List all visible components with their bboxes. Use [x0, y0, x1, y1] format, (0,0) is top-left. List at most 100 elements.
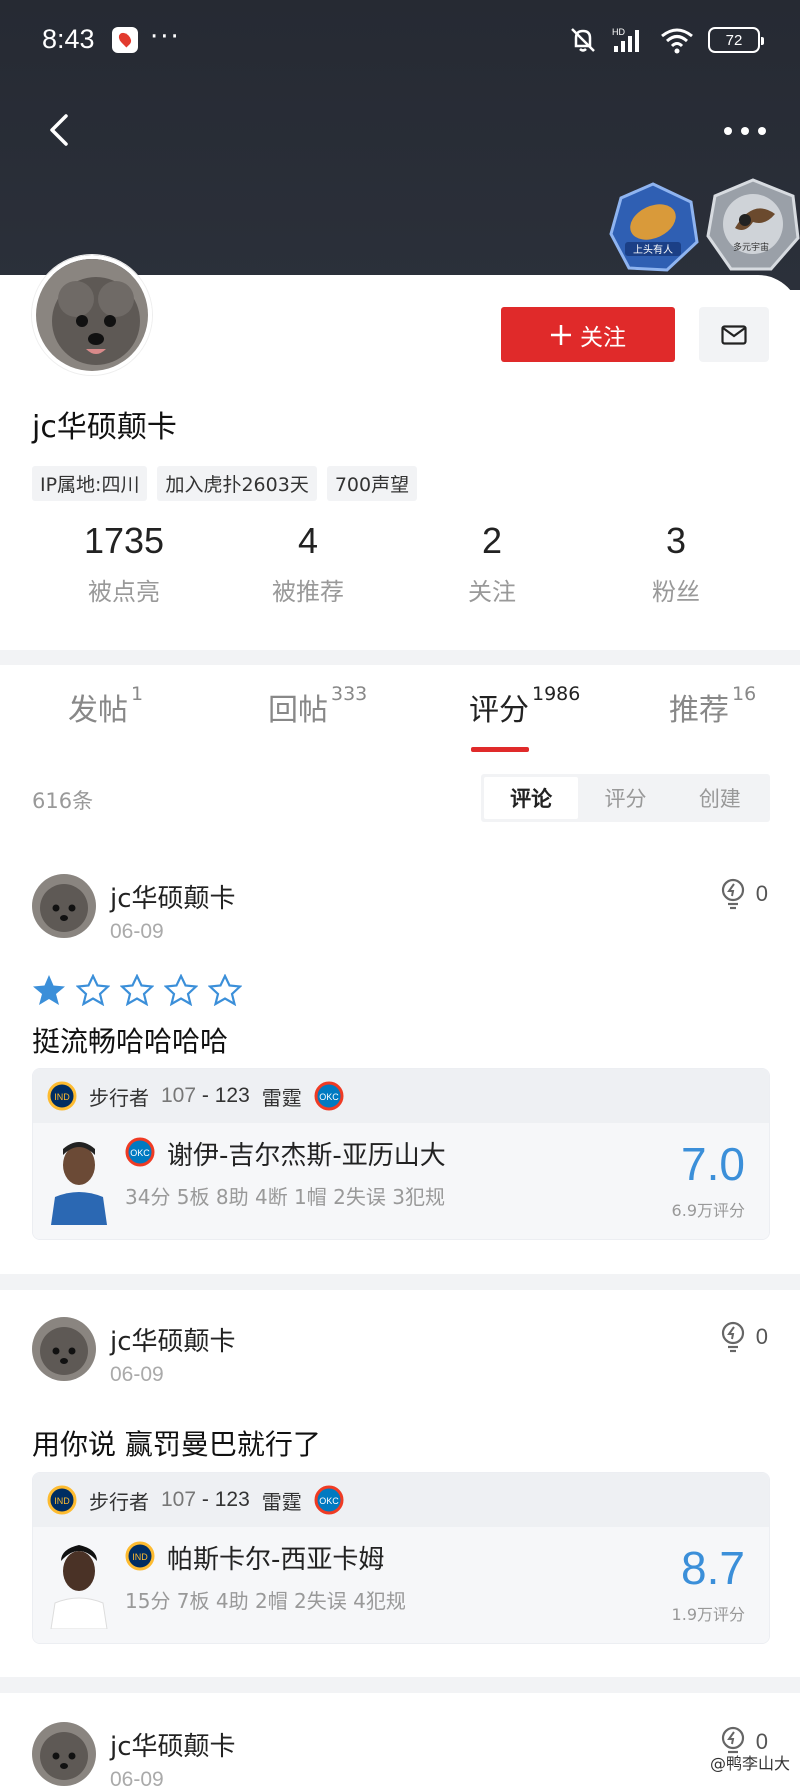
status-more-icon: ··· — [150, 22, 181, 52]
svg-text:OKC: OKC — [319, 1092, 339, 1102]
rating-count: 1.9万评分 — [672, 1601, 745, 1625]
status-time: 8:43 — [42, 24, 95, 55]
post-date: 06-09 — [110, 920, 164, 944]
star-filled-icon — [32, 974, 66, 1006]
star-empty-icon — [76, 974, 110, 1006]
profile-header: 8:43 ··· HD 72 上头有人 多元宇宙 — [0, 0, 800, 290]
svg-text:OKC: OKC — [130, 1148, 150, 1158]
svg-text:HD: HD — [612, 27, 625, 37]
home-team: 步行者 — [89, 1082, 149, 1111]
post-date: 06-09 — [110, 1768, 164, 1792]
player-rating: 7.0 — [681, 1137, 745, 1191]
profile-stats: 1735被点亮 4被推荐 2关注 3粉丝 — [0, 520, 800, 607]
status-icons: HD 72 — [568, 26, 760, 54]
stat-lit[interactable]: 1735被点亮 — [32, 520, 216, 607]
tag-reputation: 700声望 — [327, 466, 417, 501]
map-app-icon — [112, 27, 138, 53]
message-button[interactable] — [699, 307, 769, 362]
player-statline: 15分 7板 4助 2帽 2失误 4犯规 — [125, 1585, 406, 1614]
lightbulb-icon — [720, 1321, 746, 1353]
home-team: 步行者 — [89, 1486, 149, 1515]
badge-label: 上头有人 — [633, 243, 673, 256]
stat-recommended[interactable]: 4被推荐 — [216, 520, 400, 607]
avatar[interactable] — [32, 1317, 96, 1381]
game-header[interactable]: IND 步行者 107 - 123 雷霆 OKC — [33, 1069, 769, 1123]
author-name[interactable]: jc华硕颠卡 — [110, 1726, 236, 1763]
signal-icon: HD — [612, 26, 646, 54]
player-photo — [47, 1135, 111, 1225]
lightbulb-icon — [720, 878, 746, 910]
star-rating — [32, 974, 242, 1006]
badge-label: 多元宇宙 — [733, 241, 769, 253]
plus-icon — [550, 324, 572, 346]
post-text: 用你说 赢罚曼巴就行了 — [32, 1423, 321, 1463]
svg-text:IND: IND — [54, 1092, 70, 1102]
avatar[interactable] — [32, 1722, 96, 1786]
watermark: @鸭李山大 — [710, 1750, 790, 1774]
mute-icon — [568, 26, 598, 54]
tab-posts[interactable]: 发帖1 — [68, 685, 143, 729]
tab-replies[interactable]: 回帖333 — [268, 685, 367, 729]
thunder-logo-icon: OKC — [314, 1485, 344, 1515]
light-up-button[interactable]: 0 — [720, 1321, 768, 1353]
profile-username: jc华硕颠卡 — [32, 402, 177, 446]
game-score: 107 - 123 — [161, 1084, 250, 1108]
svg-text:OKC: OKC — [319, 1496, 339, 1506]
more-options-icon[interactable] — [720, 116, 770, 146]
profile-tags: IP属地:四川 加入虎扑2603天 700声望 — [32, 466, 417, 501]
star-empty-icon — [164, 974, 198, 1006]
profile-avatar[interactable] — [32, 255, 152, 375]
pacers-logo-icon: IND — [47, 1485, 77, 1515]
segment-ratings[interactable]: 评分 — [578, 777, 672, 819]
player-statline: 34分 5板 8助 4断 1帽 2失误 3犯规 — [125, 1181, 445, 1210]
section-divider — [0, 650, 800, 665]
game-rating-card[interactable]: IND 步行者 107 - 123 雷霆 OKC IND 帕斯卡尔-西亚卡姆 1… — [32, 1472, 770, 1644]
player-name: 帕斯卡尔-西亚卡姆 — [167, 1539, 384, 1576]
post-text: 挺流畅哈哈哈哈 — [32, 1020, 228, 1060]
battery-indicator: 72 — [708, 27, 760, 53]
follow-button[interactable]: 关注 — [501, 307, 675, 362]
status-bar: 8:43 ··· HD 72 — [0, 0, 800, 80]
game-rating-card[interactable]: IND 步行者 107 - 123 雷霆 OKC OKC 谢伊-吉尔杰斯-亚历山… — [32, 1068, 770, 1240]
item-count: 616条 — [32, 785, 93, 815]
segment-created[interactable]: 创建 — [673, 777, 767, 819]
content-tabs: 发帖1 回帖333 评分1986 推荐16 — [0, 665, 800, 755]
player-row[interactable]: IND 帕斯卡尔-西亚卡姆 15分 7板 4助 2帽 2失误 4犯规 8.7 1… — [33, 1527, 769, 1643]
pacers-logo-icon: IND — [125, 1541, 155, 1571]
light-up-button[interactable]: 0 — [720, 878, 768, 910]
player-name: 谢伊-吉尔杰斯-亚历山大 — [167, 1135, 446, 1172]
tab-recommend[interactable]: 推荐16 — [669, 685, 756, 729]
achievement-badge-icon[interactable]: 多元宇宙 — [705, 178, 800, 273]
mail-icon — [721, 325, 747, 345]
star-empty-icon — [120, 974, 154, 1006]
avatar[interactable] — [32, 874, 96, 938]
away-team: 雷霆 — [262, 1082, 302, 1111]
away-team: 雷霆 — [262, 1486, 302, 1515]
filter-segment: 评论 评分 创建 — [481, 774, 770, 822]
follow-label: 关注 — [580, 318, 626, 352]
active-tab-indicator — [471, 747, 529, 752]
tag-join-days: 加入虎扑2603天 — [157, 466, 316, 501]
honor-badge-icon[interactable]: 上头有人 — [607, 182, 699, 274]
segment-comments[interactable]: 评论 — [484, 777, 578, 819]
stat-fans[interactable]: 3粉丝 — [584, 520, 768, 607]
post-date: 06-09 — [110, 1363, 164, 1387]
tab-ratings[interactable]: 评分1986 — [469, 685, 580, 729]
back-icon[interactable] — [42, 110, 78, 150]
item-separator — [0, 1677, 800, 1693]
player-photo — [47, 1539, 111, 1629]
pacers-logo-icon: IND — [47, 1081, 77, 1111]
svg-text:IND: IND — [54, 1496, 70, 1506]
rating-count: 6.9万评分 — [672, 1197, 745, 1221]
player-rating: 8.7 — [681, 1541, 745, 1595]
thunder-logo-icon: OKC — [125, 1137, 155, 1167]
player-row[interactable]: OKC 谢伊-吉尔杰斯-亚历山大 34分 5板 8助 4断 1帽 2失误 3犯规… — [33, 1123, 769, 1239]
game-header[interactable]: IND 步行者 107 - 123 雷霆 OKC — [33, 1473, 769, 1527]
svg-text:IND: IND — [132, 1552, 148, 1562]
tag-ip-location: IP属地:四川 — [32, 466, 147, 501]
author-name[interactable]: jc华硕颠卡 — [110, 1321, 236, 1358]
author-name[interactable]: jc华硕颠卡 — [110, 878, 236, 915]
wifi-icon — [660, 26, 694, 54]
thunder-logo-icon: OKC — [314, 1081, 344, 1111]
stat-following[interactable]: 2关注 — [400, 520, 584, 607]
